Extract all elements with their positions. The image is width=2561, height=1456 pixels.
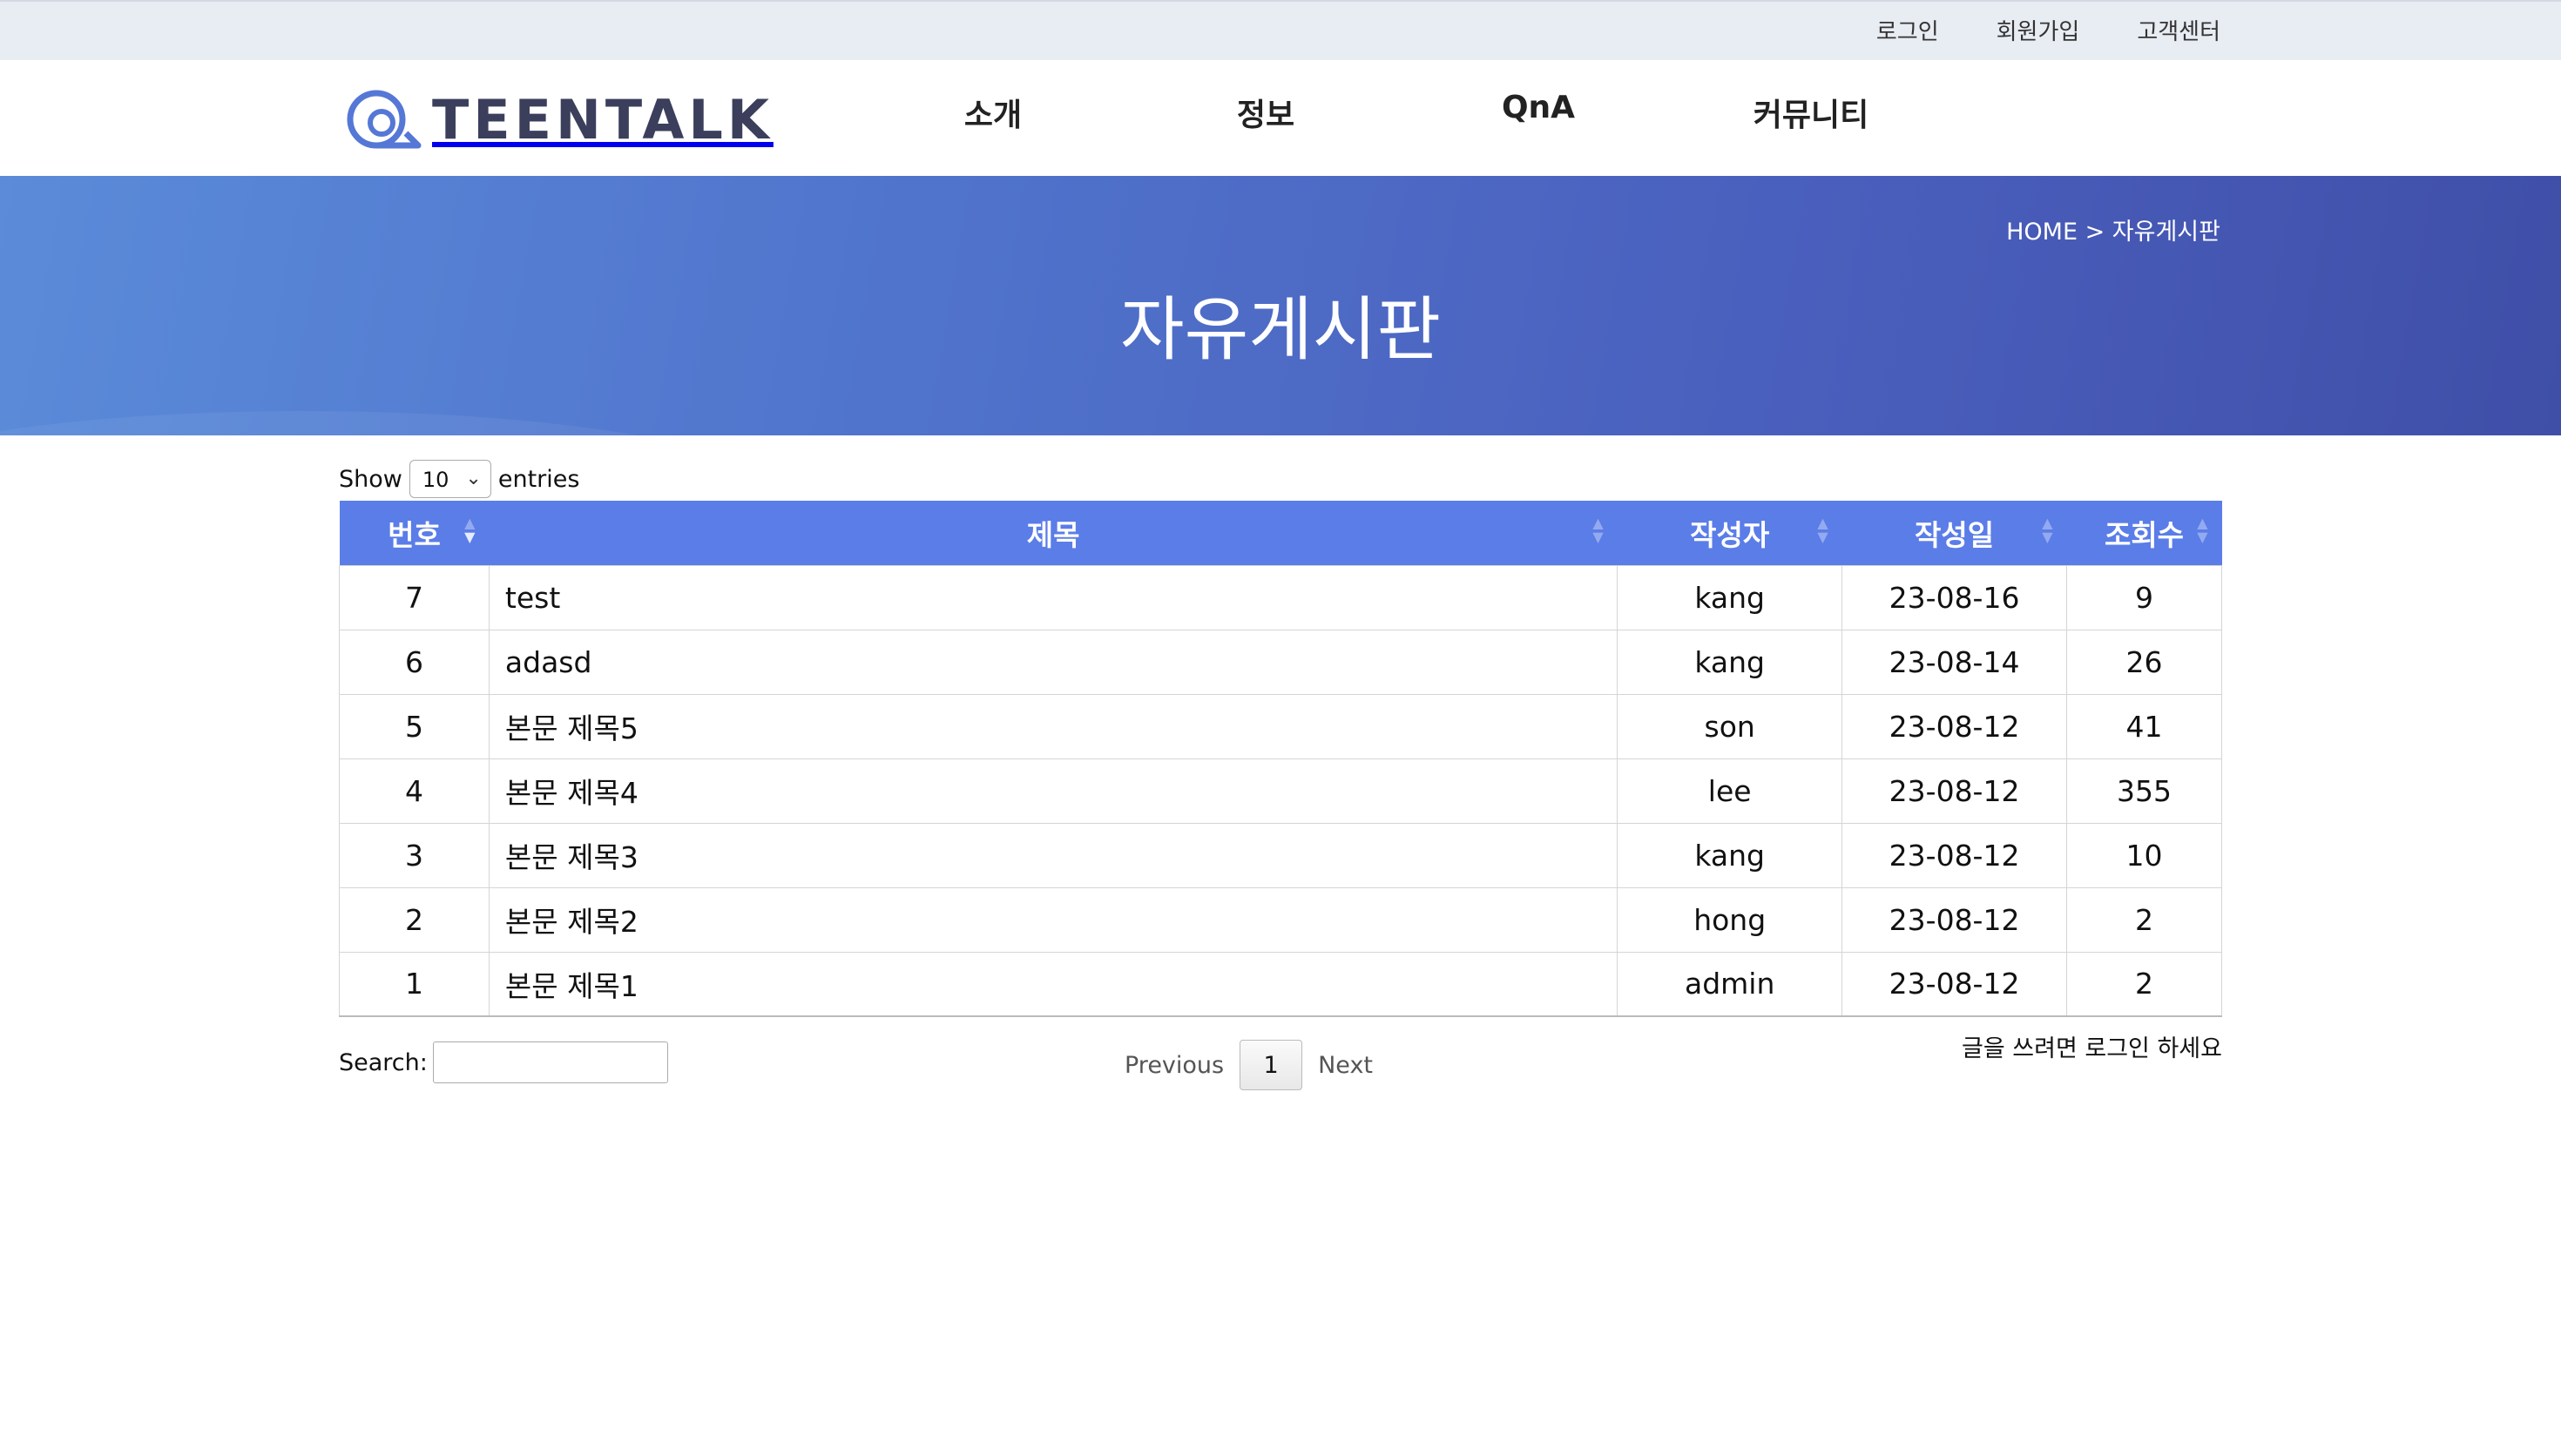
site-header: TEENTALK 소개 정보 QnA 커뮤니티: [0, 60, 2561, 176]
cell-number: 2: [339, 886, 490, 953]
table-row[interactable]: 6 adasd kang 23-08-14 26: [339, 629, 2222, 695]
column-header-date[interactable]: 작성일 ▲ ▼: [1841, 501, 2067, 565]
cell-number: 1: [339, 951, 490, 1017]
cell-date: 23-08-14: [1841, 629, 2068, 695]
post-title-link[interactable]: 본문 제목1: [488, 951, 1618, 1017]
nav-qna[interactable]: QnA: [1502, 90, 1575, 125]
post-title-link[interactable]: 본문 제목5: [488, 693, 1618, 759]
cell-views: 355: [2066, 758, 2222, 824]
main-nav: 소개 정보 QnA 커뮤니티: [0, 90, 2561, 142]
login-link[interactable]: 로그인: [1876, 14, 1939, 46]
chevron-down-icon: ⌄: [465, 468, 482, 489]
nav-intro[interactable]: 소개: [964, 90, 1022, 135]
signup-link[interactable]: 회원가입: [1997, 14, 2080, 46]
cell-author: kang: [1617, 629, 1843, 695]
search-label: Search:: [339, 1048, 428, 1076]
sort-icon: ▲ ▼: [1817, 515, 1828, 545]
table-footer: Search: Previous 1 Next 글을 쓰려면 로그인 하세요: [339, 1035, 2222, 1097]
page-banner: HOME > 자유게시판 자유게시판: [0, 176, 2561, 435]
table-row[interactable]: 4 본문 제목4 lee 23-08-12 355: [339, 758, 2222, 824]
cell-author: lee: [1617, 758, 1843, 824]
entries-select[interactable]: 10 ⌄: [409, 460, 491, 498]
post-title-link[interactable]: 본문 제목3: [488, 822, 1618, 888]
sort-icon: ▲ ▼: [464, 515, 476, 545]
page-title: 자유게시판: [1120, 289, 1441, 370]
cell-date: 23-08-12: [1841, 693, 2068, 759]
post-title-link[interactable]: 본문 제목2: [488, 886, 1618, 953]
page-button-1[interactable]: 1: [1240, 1040, 1303, 1090]
cell-date: 23-08-12: [1841, 822, 2068, 888]
sort-icon: ▲ ▼: [1592, 515, 1604, 545]
cell-date: 23-08-12: [1841, 886, 2068, 953]
previous-button[interactable]: Previous: [1125, 1052, 1224, 1079]
cell-author: kang: [1617, 822, 1843, 888]
cell-views: 41: [2066, 693, 2222, 759]
search-control: Search:: [339, 1041, 668, 1083]
sort-icon: ▲ ▼: [2197, 515, 2208, 545]
top-utility-bar: 로그인 회원가입 고객센터: [0, 0, 2561, 60]
cell-number: 5: [339, 693, 490, 759]
customer-center-link[interactable]: 고객센터: [2137, 14, 2220, 46]
cell-author: son: [1617, 693, 1843, 759]
board-table: 번호 ▲ ▼ 제목 ▲ ▼ 작성자 ▲ ▼ 작성일 ▲ ▼ 조회수 ▲ ▼ 7 test kang …: [339, 501, 2222, 1017]
banner-decoration: [0, 411, 784, 435]
entries-select-value: 10: [422, 468, 449, 492]
table-row[interactable]: 2 본문 제목2 hong 23-08-12 2: [339, 886, 2222, 953]
table-header-row: 번호 ▲ ▼ 제목 ▲ ▼ 작성자 ▲ ▼ 작성일 ▲ ▼ 조회수 ▲ ▼: [339, 501, 2222, 565]
table-row[interactable]: 7 test kang 23-08-16 9: [339, 564, 2222, 630]
table-row[interactable]: 3 본문 제목3 kang 23-08-12 10: [339, 822, 2222, 888]
cell-date: 23-08-12: [1841, 951, 2068, 1017]
cell-author: kang: [1617, 564, 1843, 630]
post-title-link[interactable]: 본문 제목4: [488, 758, 1618, 824]
pagination: Previous 1 Next: [1125, 1040, 1373, 1090]
next-button[interactable]: Next: [1318, 1052, 1373, 1079]
entries-label: entries: [497, 465, 580, 493]
sort-icon: ▲ ▼: [2042, 515, 2053, 545]
column-header-number[interactable]: 번호 ▲ ▼: [339, 501, 490, 565]
cell-author: admin: [1617, 951, 1843, 1017]
search-input[interactable]: [432, 1041, 668, 1083]
utility-links: 로그인 회원가입 고객센터: [1876, 14, 2220, 46]
show-label: Show: [339, 465, 402, 493]
column-header-author[interactable]: 작성자 ▲ ▼: [1617, 501, 1842, 565]
cell-views: 26: [2066, 629, 2222, 695]
table-row[interactable]: 1 본문 제목1 admin 23-08-12 2: [339, 951, 2222, 1017]
breadcrumb: HOME > 자유게시판: [2006, 219, 2220, 246]
nav-community[interactable]: 커뮤니티: [1754, 90, 1868, 135]
column-header-views[interactable]: 조회수 ▲ ▼: [2066, 501, 2222, 565]
cell-number: 7: [339, 564, 490, 630]
cell-number: 3: [339, 822, 490, 888]
cell-views: 9: [2066, 564, 2222, 630]
login-notice: 글을 쓰려면 로그인 하세요: [1962, 1035, 2222, 1062]
table-row[interactable]: 5 본문 제목5 son 23-08-12 41: [339, 693, 2222, 759]
cell-views: 10: [2066, 822, 2222, 888]
cell-author: hong: [1617, 886, 1843, 953]
cell-views: 2: [2066, 886, 2222, 953]
cell-number: 4: [339, 758, 490, 824]
cell-number: 6: [339, 629, 490, 695]
cell-date: 23-08-12: [1841, 758, 2068, 824]
post-title-link[interactable]: adasd: [488, 629, 1618, 695]
cell-views: 2: [2066, 951, 2222, 1017]
entries-length-control: Show 10 ⌄ entries: [339, 460, 579, 498]
column-header-title[interactable]: 제목 ▲ ▼: [489, 501, 1618, 565]
post-title-link[interactable]: test: [488, 564, 1618, 630]
cell-date: 23-08-16: [1841, 564, 2068, 630]
nav-info[interactable]: 정보: [1237, 90, 1294, 135]
